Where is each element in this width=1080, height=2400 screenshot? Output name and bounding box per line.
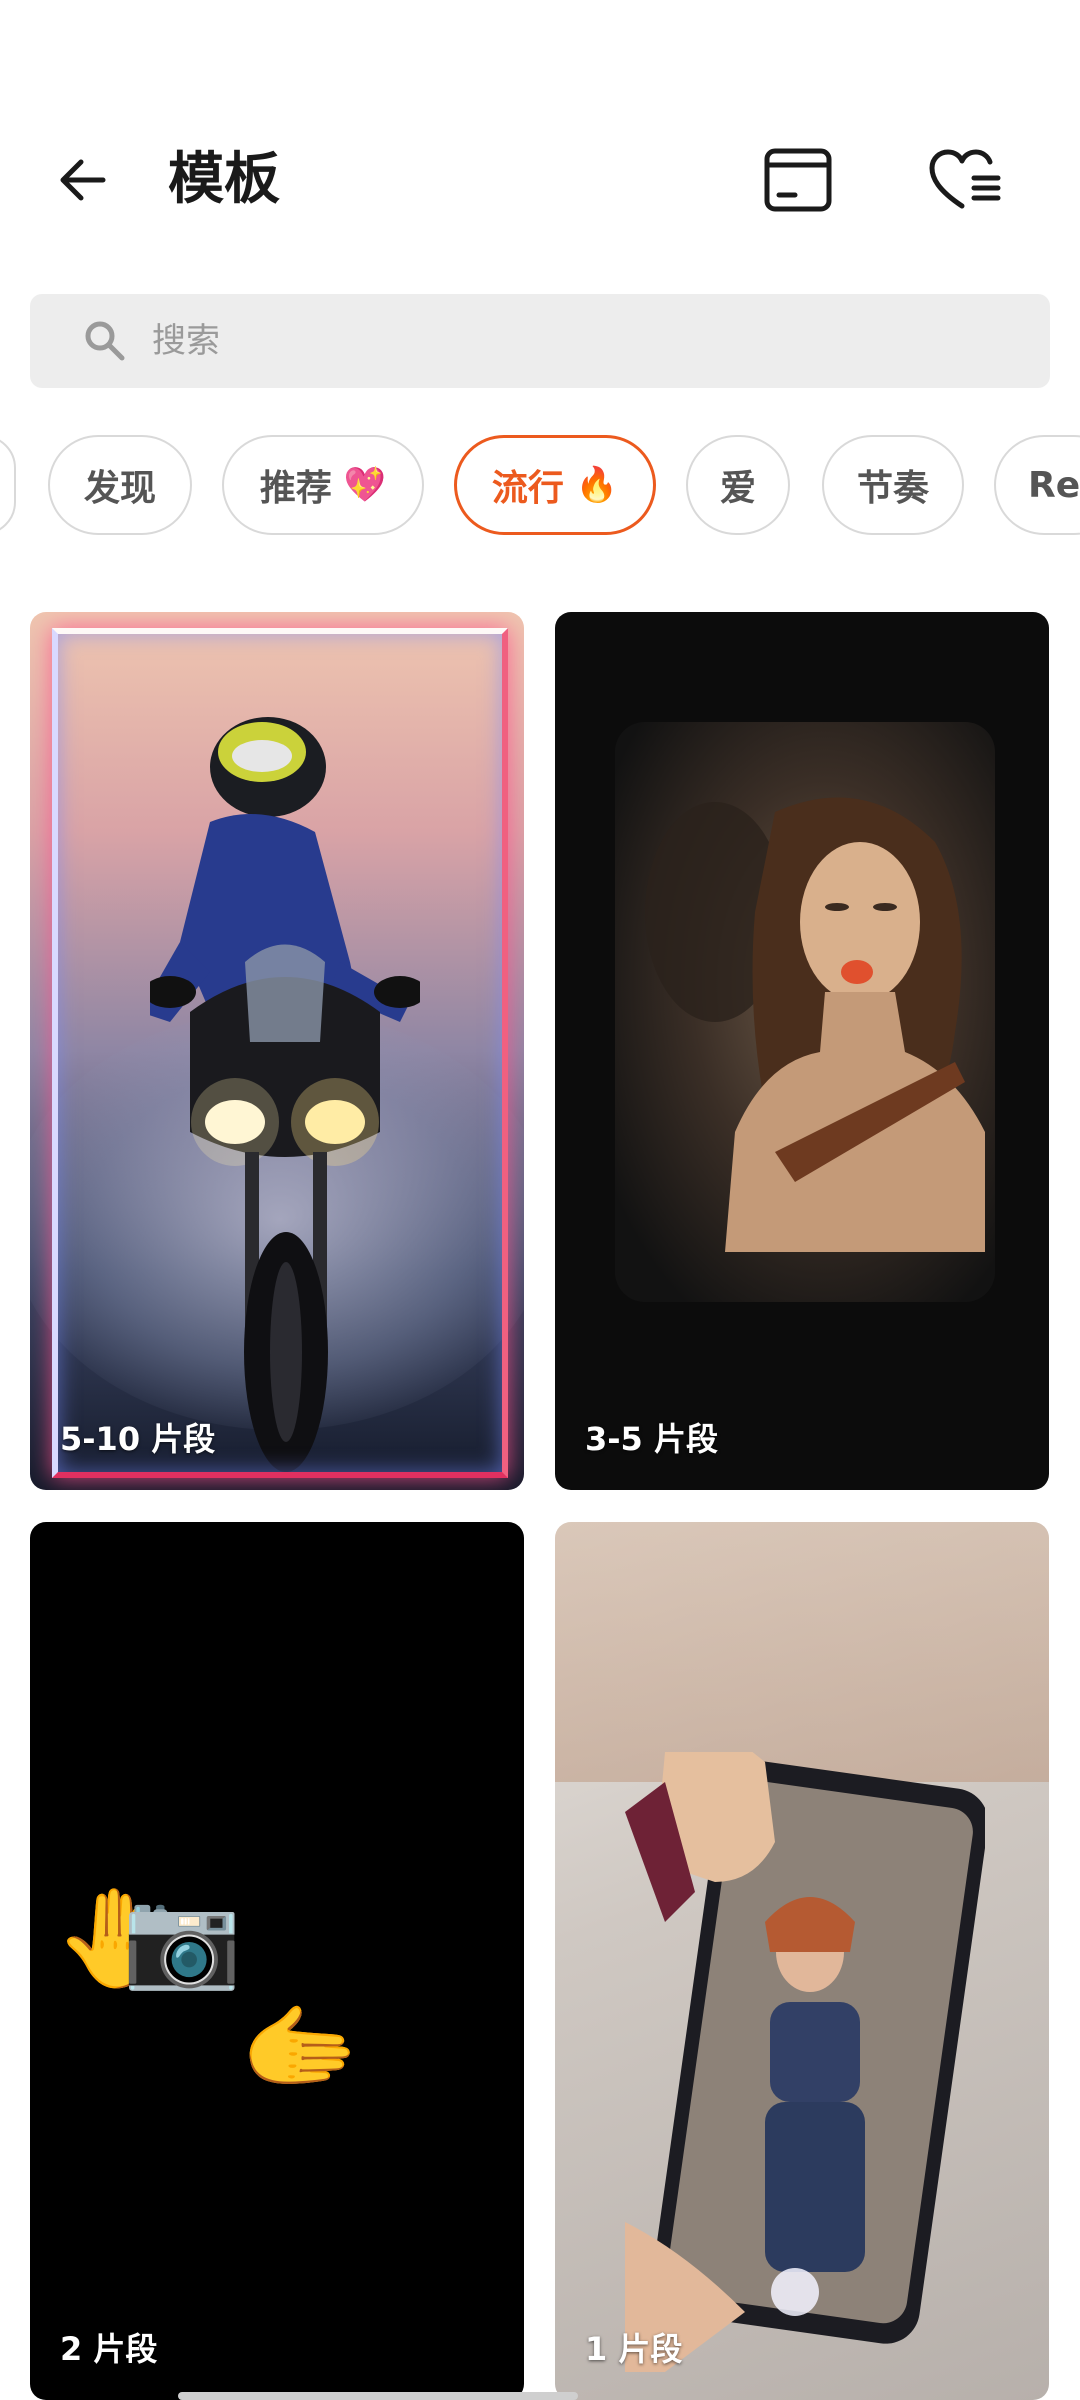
sparkling-heart-icon: 💖 <box>343 465 387 505</box>
chip-label: 节奏 <box>856 468 929 509</box>
category-chips: 发现 推荐 💖 流行 🔥 爱 节奏 Rec <box>0 435 1080 539</box>
app-header: 模板 <box>0 120 1080 240</box>
table-background <box>555 1522 1049 1782</box>
page-title: 模板 <box>168 147 280 212</box>
clip-count-label: 5-10 片段 <box>60 1420 216 1458</box>
chip-label: 发现 <box>83 468 156 509</box>
neon-frame <box>52 628 508 1478</box>
drafts-button[interactable] <box>758 140 838 220</box>
woman-portrait-image <box>645 797 985 1252</box>
search-bar[interactable]: 搜索 <box>30 294 1050 388</box>
back-button[interactable] <box>48 145 118 215</box>
chip-label: 流行 <box>491 468 564 509</box>
chip-label: 推荐 <box>259 468 332 509</box>
chip-rec-partial[interactable]: Rec <box>994 435 1080 535</box>
fire-icon: 🔥 <box>575 465 619 505</box>
scroll-indicator <box>178 2392 578 2400</box>
heart-eyes-emoji-icon: 😍 <box>235 1872 336 1984</box>
chip-partial-left[interactable] <box>0 435 16 535</box>
template-card[interactable]: 3-5 片段 <box>555 612 1049 1490</box>
chip-recommended[interactable]: 推荐 💖 <box>222 435 424 535</box>
template-card[interactable]: 5-10 片段 <box>30 612 524 1490</box>
drafts-box-icon <box>764 148 832 212</box>
chip-rhythm[interactable]: 节奏 <box>822 435 964 535</box>
camera-icon: 📷 <box>122 1882 242 1994</box>
favorites-button[interactable] <box>925 140 1005 220</box>
clip-count-label: 2 片段 <box>60 2330 158 2368</box>
phone-popout-image <box>625 1752 985 2372</box>
chip-love[interactable]: 爱 <box>686 435 790 535</box>
search-placeholder: 搜索 <box>152 321 220 361</box>
heart-list-icon <box>929 149 1001 209</box>
hand-with-note-icon: 🫱 <box>240 1992 360 2104</box>
template-card[interactable]: 1 片段 <box>555 1522 1049 2400</box>
chip-label: 爱 <box>719 468 756 509</box>
clip-count-label: 3-5 片段 <box>585 1420 718 1458</box>
templates-page: 模板 搜索 发现 推荐 💖 流行 🔥 爱 节奏 Re 5-10 片段 3-5 片… <box>0 0 1080 2400</box>
chip-trending[interactable]: 流行 🔥 <box>454 435 656 535</box>
arrow-left-icon <box>60 159 106 201</box>
template-card[interactable]: 🤚 📷 😍 🫱 2 片段 <box>30 1522 524 2400</box>
clip-count-label: 1 片段 <box>585 2330 683 2368</box>
chip-discover[interactable]: 发现 <box>48 435 192 535</box>
search-icon <box>85 321 125 361</box>
chip-label: Rec <box>1028 464 1080 506</box>
